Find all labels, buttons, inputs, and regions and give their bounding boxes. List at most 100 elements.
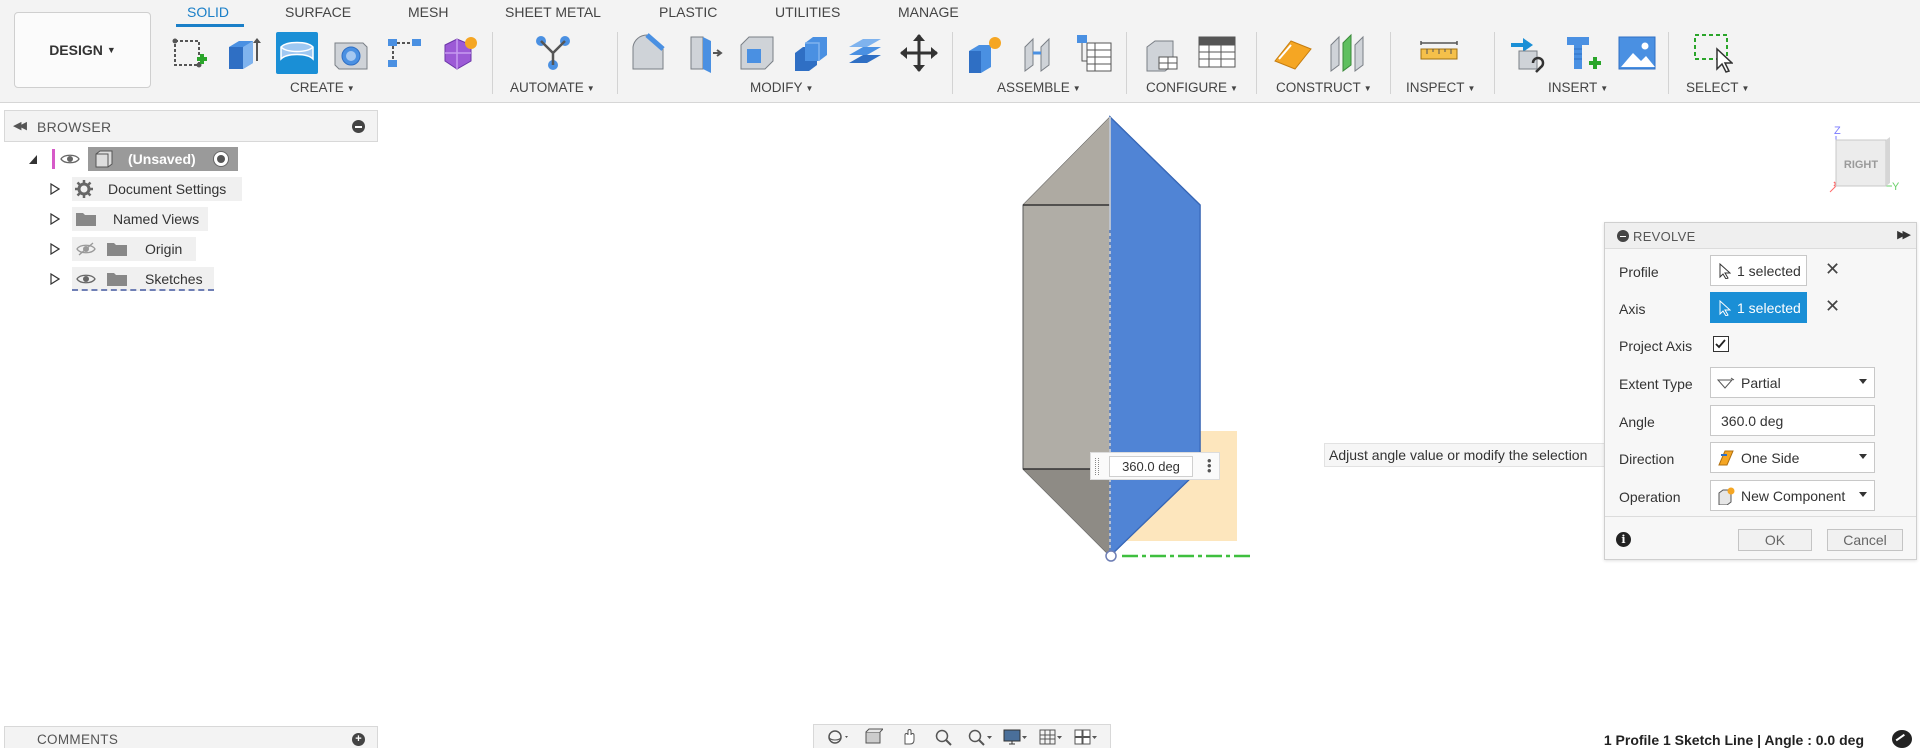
angle-tooltip: Adjust angle value or modify the selecti… [1324,443,1608,467]
midplane-icon[interactable] [1326,32,1368,74]
orbit-icon[interactable] [824,727,852,747]
tab-utilities[interactable]: UTILITIES [775,4,840,20]
cancel-button[interactable]: Cancel [1827,529,1903,551]
new-component-icon [1718,487,1735,505]
joint-icon[interactable] [1018,32,1060,74]
configure-menu[interactable]: CONFIGURE ▼ [1146,80,1238,95]
viewcube[interactable]: Z Y RIGHT [1820,124,1900,204]
tab-surface[interactable]: SURFACE [285,4,351,20]
more-options-icon[interactable]: • • • [1207,454,1212,477]
angle-canvas-input[interactable]: 360.0 deg [1109,456,1193,477]
configuration-table-icon[interactable] [1196,32,1238,74]
tab-mesh[interactable]: MESH [408,4,448,20]
axis-label: Axis [1619,301,1646,317]
look-at-icon[interactable] [859,727,887,747]
viewcube-face-label: RIGHT [1844,159,1879,171]
bill-of-materials-icon[interactable] [1072,32,1114,74]
insert-menu[interactable]: INSERT ▼ [1548,80,1608,95]
angle-input[interactable]: 360.0 deg [1710,405,1875,436]
info-icon[interactable]: i [1616,532,1631,547]
offset-plane-icon[interactable] [1272,32,1314,74]
combine-icon[interactable] [790,32,832,74]
toolbar-separator [1494,32,1495,94]
navigation-bar [813,724,1111,748]
extent-type-select[interactable]: Partial [1710,367,1875,398]
revolve-title: REVOLVE [1633,229,1696,244]
active-tab-indicator [176,24,244,27]
extrude-icon[interactable] [222,32,264,74]
minimize-icon[interactable] [1617,230,1629,242]
revolve-dialog-header: REVOLVE ▶▶ [1605,223,1916,249]
inspect-menu[interactable]: INSPECT ▼ [1406,80,1475,95]
workspace-switcher-button[interactable]: DESIGN ▼ [14,12,151,88]
tab-solid[interactable]: SOLID [187,4,229,20]
window-select-icon[interactable] [1692,32,1734,74]
chevron-down-icon [1859,379,1867,384]
modify-menu[interactable]: MODIFY ▼ [750,80,813,95]
cursor-icon [1719,262,1731,279]
origin-point[interactable] [1105,550,1117,562]
selection-status-text: 1 Profile 1 Sketch Line | Angle : 0.0 de… [1603,732,1864,748]
direction-label: Direction [1619,451,1675,467]
cursor-icon [1719,299,1731,316]
clear-profile-icon[interactable]: ✕ [1825,259,1840,280]
fillet-icon[interactable] [682,32,724,74]
display-settings-icon[interactable] [1001,727,1029,747]
angle-label: Angle [1619,414,1655,430]
construct-menu[interactable]: CONSTRUCT ▼ [1276,80,1372,95]
create-menu[interactable]: CREATE ▼ [290,80,355,95]
insert-canvas-icon[interactable] [1616,32,1658,74]
grid-settings-icon[interactable] [1037,727,1065,747]
insert-mcmaster-icon[interactable] [1562,32,1604,74]
clear-axis-icon[interactable]: ✕ [1825,296,1840,317]
tab-sheet-metal[interactable]: SHEET METAL [505,4,601,20]
revolve-dialog: REVOLVE ▶▶ Profile 1 selected ✕ Axis 1 s… [1604,222,1917,560]
create-sketch-icon[interactable] [168,32,210,74]
pattern-icon[interactable] [384,32,426,74]
profile-selection-button[interactable]: 1 selected [1710,255,1807,286]
partial-extent-icon [1717,377,1735,389]
viewports-icon[interactable] [1072,727,1100,747]
measure-icon[interactable] [1418,32,1460,74]
drag-handle-icon[interactable] [1095,458,1099,475]
move-copy-icon[interactable] [898,32,940,74]
add-comment-icon[interactable]: + [352,733,365,746]
direction-select[interactable]: One Side [1710,442,1875,473]
pan-icon[interactable] [895,727,923,747]
project-axis-label: Project Axis [1619,338,1693,354]
status-indicator-icon[interactable] [1892,730,1912,748]
shell-icon[interactable] [736,32,778,74]
operation-label: Operation [1619,489,1681,505]
assemble-menu[interactable]: ASSEMBLE ▼ [997,80,1081,95]
operation-select[interactable]: New Component [1710,480,1875,511]
angle-manipulator[interactable]: 360.0 deg • • • [1090,452,1220,480]
toolbar-separator [1126,32,1127,94]
chevron-down-icon [1859,454,1867,459]
comments-panel-header: COMMENTS + [4,726,378,748]
offset-face-icon[interactable] [844,32,886,74]
insert-derive-icon[interactable] [1508,32,1550,74]
axis-selection-button[interactable]: 1 selected [1710,292,1807,323]
automate-icon[interactable] [532,32,574,74]
toolbar-separator [1390,32,1391,94]
hole-icon[interactable] [330,32,372,74]
fit-view-icon[interactable] [966,727,994,747]
expand-dialog-icon[interactable]: ▶▶ [1897,228,1911,241]
comments-title: COMMENTS [37,732,119,747]
select-menu[interactable]: SELECT ▼ [1686,80,1749,95]
form-icon[interactable] [438,32,480,74]
toolbar-separator [492,32,493,94]
ok-button[interactable]: OK [1738,529,1812,551]
zoom-icon[interactable] [930,727,958,747]
tab-manage[interactable]: MANAGE [898,4,959,20]
configure-icon[interactable] [1142,32,1184,74]
revolve-icon[interactable] [276,32,318,74]
automate-menu[interactable]: AUTOMATE ▼ [510,80,595,95]
tab-plastic[interactable]: PLASTIC [659,4,717,20]
new-component-icon[interactable] [964,32,1006,74]
project-axis-checkbox[interactable] [1713,336,1729,352]
press-pull-icon[interactable] [628,32,670,74]
extent-type-label: Extent Type [1619,376,1693,392]
toolbar-separator [1256,32,1257,94]
dialog-divider [1605,516,1916,517]
